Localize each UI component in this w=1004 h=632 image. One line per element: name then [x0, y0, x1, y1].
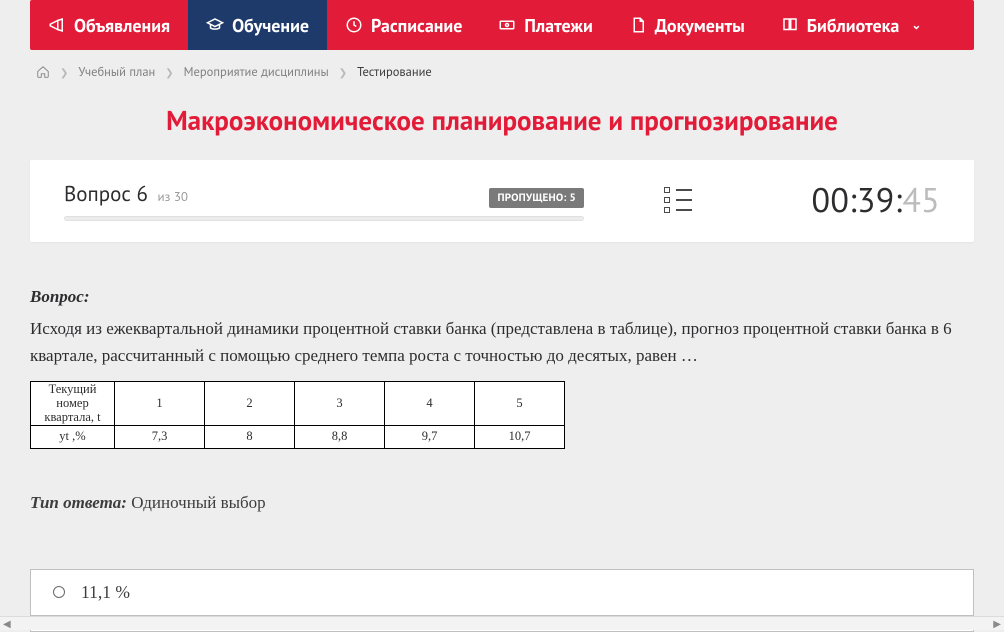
breadcrumb-link[interactable]: Учебный план: [78, 64, 155, 80]
answer-label: 11,1 %: [81, 582, 130, 603]
main-nav: Объявления Обучение Расписание Платежи Д…: [30, 0, 974, 50]
nav-label: Объявления: [74, 14, 170, 37]
table-cell: 4: [385, 382, 475, 426]
nav-schedule[interactable]: Расписание: [327, 0, 480, 50]
table-cell: 2: [205, 382, 295, 426]
question-table: Текущий номер квартала, t 1 2 3 4 5 yt ,…: [30, 381, 565, 449]
book-icon: [781, 16, 799, 34]
table-cell: 8: [205, 426, 295, 448]
question-list-icon[interactable]: [664, 187, 692, 213]
chevron-right-icon: ❯: [60, 66, 68, 79]
radio-icon[interactable]: [53, 586, 65, 598]
answer-option[interactable]: 11,1 %: [30, 569, 974, 616]
nav-payments[interactable]: Платежи: [480, 0, 610, 50]
horizontal-scrollbar[interactable]: ◀ ▶: [0, 616, 1004, 630]
nav-label: Платежи: [524, 14, 592, 37]
nav-label: Обучение: [232, 14, 309, 37]
table-cell: 5: [475, 382, 565, 426]
graduation-cap-icon: [206, 16, 224, 34]
question-label: Вопрос:: [30, 284, 974, 310]
scroll-right-icon[interactable]: ▶: [993, 617, 1001, 630]
clock-icon: [345, 16, 363, 34]
question-counter: Вопрос 6 из 30: [64, 180, 188, 207]
breadcrumb-current: Тестирование: [357, 64, 432, 80]
chevron-down-icon: ⌄: [911, 18, 921, 33]
nav-documents[interactable]: Документы: [611, 0, 763, 50]
timer: 00:39:45: [811, 178, 940, 222]
table-cell: 7,3: [115, 426, 205, 448]
answer-type: Тип ответа: Одиночный выбор: [30, 493, 974, 513]
chevron-right-icon: ❯: [165, 66, 173, 79]
skipped-badge: ПРОПУЩЕНО: 5: [489, 188, 584, 208]
nav-announcements[interactable]: Объявления: [30, 0, 188, 50]
scroll-left-icon[interactable]: ◀: [3, 617, 11, 630]
question-text: Исходя из ежеквартальной динамики процен…: [30, 316, 974, 369]
table-cell: 10,7: [475, 426, 565, 448]
banknote-icon: [498, 16, 516, 34]
test-status-card: Вопрос 6 из 30 ПРОПУЩЕНО: 5 00:39:45: [30, 160, 974, 242]
nav-label: Библиотека: [807, 14, 900, 37]
breadcrumb-link[interactable]: Мероприятие дисциплины: [184, 64, 329, 80]
question-block: Вопрос: Исходя из ежеквартальной динамик…: [30, 284, 974, 449]
megaphone-icon: [48, 16, 66, 34]
nav-label: Расписание: [371, 14, 462, 37]
table-cell: 8,8: [295, 426, 385, 448]
table-header: Текущий номер квартала, t: [31, 382, 115, 426]
chevron-right-icon: ❯: [339, 66, 347, 79]
table-cell: 9,7: [385, 426, 475, 448]
nav-library[interactable]: Библиотека ⌄: [763, 0, 940, 50]
home-icon[interactable]: [36, 65, 50, 79]
table-cell: 3: [295, 382, 385, 426]
progress-bar: [64, 216, 584, 221]
table-header: yt ,%: [31, 426, 115, 448]
nav-education[interactable]: Обучение: [188, 0, 327, 50]
scroll-track[interactable]: [13, 619, 992, 629]
breadcrumb: ❯ Учебный план ❯ Мероприятие дисциплины …: [30, 50, 974, 88]
document-icon: [629, 16, 647, 34]
nav-label: Документы: [655, 14, 745, 37]
page-title: Макроэкономическое планирование и прогно…: [30, 104, 974, 138]
table-cell: 1: [115, 382, 205, 426]
